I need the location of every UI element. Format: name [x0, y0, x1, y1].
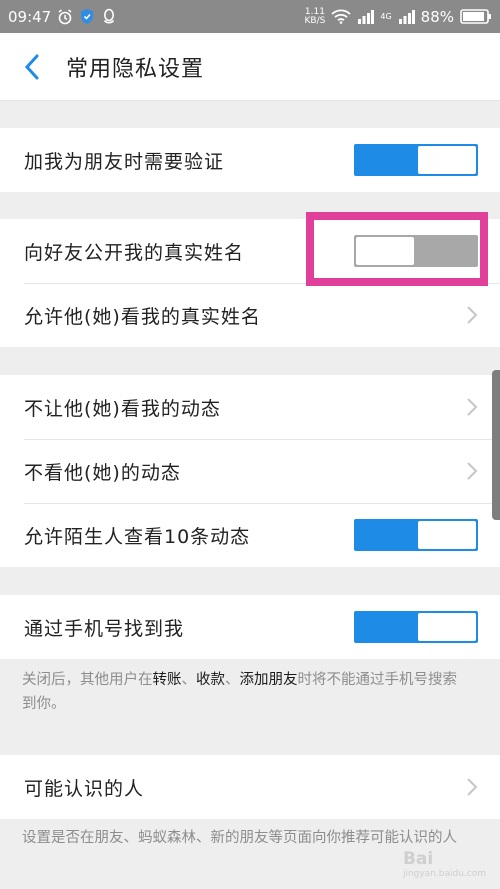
status-time: 09:47	[8, 7, 52, 26]
highlight-box	[306, 212, 488, 286]
chevron-right-icon	[467, 306, 478, 324]
toggle-knob	[418, 146, 476, 174]
row-label: 允许陌生人查看10条动态	[24, 525, 251, 548]
row-find-by-phone[interactable]: 通过手机号找到我	[0, 595, 500, 659]
may-know-description: 设置是否在朋友、蚂蚁森林、新的朋友等页面向你推荐可能认识的人	[22, 830, 457, 846]
signal-icon-2	[398, 9, 415, 24]
chevron-right-icon	[467, 462, 478, 480]
row-label: 向好友公开我的真实姓名	[24, 241, 245, 264]
page-header: 常用隐私设置	[0, 33, 500, 101]
signal-icon	[357, 9, 375, 24]
chevron-left-icon	[24, 54, 39, 80]
chevron-right-icon	[467, 778, 478, 796]
chevron-right-icon	[467, 398, 478, 416]
row-label: 不让他(她)看我的动态	[24, 397, 221, 420]
net-speed: 1.11 KB/S	[304, 6, 326, 26]
shield-icon	[79, 8, 95, 25]
page-title: 常用隐私设置	[66, 57, 205, 82]
network-type: 4G	[380, 12, 392, 21]
row-label: 允许他(她)看我的真实姓名	[24, 305, 261, 328]
toggle-knob	[418, 521, 476, 549]
stranger-toggle[interactable]	[354, 519, 478, 551]
group-phone: 通过手机号找到我	[0, 595, 500, 659]
row-verify[interactable]: 加我为朋友时需要验证	[0, 128, 500, 192]
watermark: Bai jingyan.baidu.com	[402, 849, 486, 879]
row-not-see-moments[interactable]: 不看他(她)的动态	[0, 439, 500, 503]
battery-percent: 88%	[420, 7, 454, 26]
row-label: 不看他(她)的动态	[24, 461, 181, 484]
verify-toggle[interactable]	[354, 144, 478, 176]
phone-description: 关闭后，其他用户在转账、收款、添加朋友时将不能通过手机号搜索到你。	[22, 672, 457, 712]
wifi-icon	[331, 9, 351, 24]
row-label: 可能认识的人	[24, 777, 145, 800]
keyword-transfer: 转账	[152, 672, 182, 688]
toggle-knob	[418, 613, 476, 641]
row-label: 加我为朋友时需要验证	[24, 150, 225, 173]
alarm-icon	[57, 8, 73, 25]
row-may-know[interactable]: 可能认识的人	[0, 755, 500, 819]
keyword-receive: 收款	[196, 672, 225, 688]
qq-icon	[101, 8, 117, 25]
group-may-know: 可能认识的人	[0, 755, 500, 819]
keyword-add-friend: 添加朋友	[239, 672, 298, 688]
back-button[interactable]	[20, 52, 44, 82]
phone-toggle[interactable]	[354, 611, 478, 643]
edge-scroll-handle[interactable]	[492, 370, 500, 520]
row-allow-see-name[interactable]: 允许他(她)看我的真实姓名	[0, 283, 500, 347]
row-label: 通过手机号找到我	[24, 617, 185, 640]
status-bar: 09:47 1.11 KB/S 4G 88%	[0, 0, 500, 33]
row-hide-moments[interactable]: 不让他(她)看我的动态	[0, 375, 500, 439]
row-stranger-ten[interactable]: 允许陌生人查看10条动态	[0, 503, 500, 567]
group-verify: 加我为朋友时需要验证	[0, 128, 500, 192]
battery-icon	[460, 9, 492, 24]
group-moments: 不让他(她)看我的动态 不看他(她)的动态 允许陌生人查看10条动态	[0, 375, 500, 567]
